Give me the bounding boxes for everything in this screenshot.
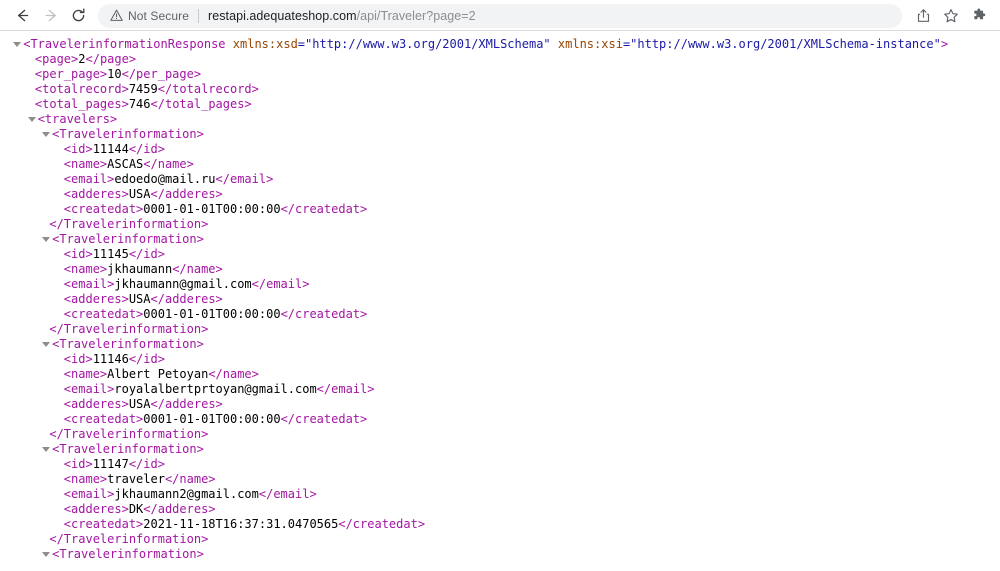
xml-field-name: <name>ASCAS</name> <box>63 157 194 171</box>
xml-field-createdat: <createdat>0001-01-01T00:00:00</createda… <box>63 412 368 426</box>
xml-field-email: <email>jkhaumann@gmail.com</email> <box>63 277 310 291</box>
disclosure-triangle-icon[interactable] <box>42 552 51 557</box>
url-host: restapi.adequateshop.com <box>208 8 357 23</box>
disclosure-triangle-icon[interactable] <box>42 132 51 137</box>
xml-viewer-pane[interactable]: <TravelerinformationResponse xmlns:xsd="… <box>0 31 1000 571</box>
share-icon <box>917 9 929 22</box>
reload-button[interactable] <box>64 2 92 30</box>
disclosure-triangle-icon[interactable] <box>42 447 51 452</box>
address-bar[interactable]: Not Secure restapi.adequateshop.com/api/… <box>98 3 902 28</box>
omnibox-separator <box>198 8 200 23</box>
xml-field-adderes: <adderes>USA</adderes> <box>63 397 223 411</box>
xml-field-createdat: <createdat>0001-01-01T00:00:00</createda… <box>63 202 368 216</box>
xml-field-email: <email>edoedo@mail.ru</email> <box>63 172 274 186</box>
disclosure-triangle-icon[interactable] <box>13 42 22 47</box>
xml-field-id: <id>11147</id> <box>63 457 165 471</box>
xml-field-id: <id>11145</id> <box>63 247 165 261</box>
xml-traveler-close: </Travelerinformation> <box>49 532 209 546</box>
disclosure-triangle-icon[interactable] <box>27 117 36 122</box>
xml-field-createdat: <createdat>2021-11-18T16:37:31.0470565</… <box>63 517 426 531</box>
xml-traveler-open: <Travelerinformation> <box>6 127 1000 142</box>
xml-line-totalrecord: <totalrecord>7459</totalrecord> <box>34 82 259 96</box>
xml-traveler-open: <Travelerinformation> <box>6 337 1000 352</box>
bookmark-star-icon <box>944 8 958 22</box>
xml-line-travelers-open: <travelers> <box>6 112 1000 127</box>
xml-document: <TravelerinformationResponse xmlns:xsd="… <box>0 37 1000 562</box>
disclosure-triangle-icon[interactable] <box>42 237 51 242</box>
extensions-button[interactable] <box>966 3 992 29</box>
xml-line-total-pages: <total_pages>746</total_pages> <box>34 97 252 111</box>
arrow-left-icon <box>17 9 28 22</box>
xml-traveler-close: </Travelerinformation> <box>49 322 209 336</box>
url-path: /api/Traveler?page=2 <box>356 8 476 23</box>
xml-traveler-open: <Travelerinformation> <box>6 442 1000 457</box>
not-secure-warning-icon[interactable] <box>110 9 123 22</box>
xml-field-adderes: <adderes>USA</adderes> <box>63 292 223 306</box>
xml-field-adderes: <adderes>DK</adderes> <box>63 502 216 516</box>
url-text: restapi.adequateshop.com/api/Traveler?pa… <box>208 9 476 23</box>
toolbar-actions <box>908 3 992 29</box>
xml-line-page: <page>2</page> <box>34 52 137 66</box>
xml-field-email: <email>jkhaumann2@gmail.com</email> <box>63 487 317 501</box>
xml-root-element: <TravelerinformationResponse xmlns:xsd="… <box>6 37 1000 52</box>
disclosure-triangle-icon[interactable] <box>42 342 51 347</box>
back-button[interactable] <box>8 2 36 30</box>
xml-traveler-close: </Travelerinformation> <box>49 217 209 231</box>
xml-field-name: <name>jkhaumann</name> <box>63 262 223 276</box>
xml-traveler-open: <Travelerinformation> <box>6 547 1000 562</box>
xml-field-email: <email>royalalbertprtoyan@gmail.com</ema… <box>63 382 375 396</box>
xml-field-name: <name>traveler</name> <box>63 472 216 486</box>
share-button[interactable] <box>910 3 936 29</box>
extensions-puzzle-icon <box>974 7 986 19</box>
xml-field-createdat: <createdat>0001-01-01T00:00:00</createda… <box>63 307 368 321</box>
xml-traveler-open: <Travelerinformation> <box>6 232 1000 247</box>
xml-traveler-close: </Travelerinformation> <box>49 427 209 441</box>
xml-field-id: <id>11144</id> <box>63 142 165 156</box>
forward-button[interactable] <box>36 2 64 30</box>
browser-toolbar: Not Secure restapi.adequateshop.com/api/… <box>0 0 1000 31</box>
security-status-label: Not Secure <box>128 8 190 23</box>
bookmark-button[interactable] <box>938 3 964 29</box>
arrow-right-icon <box>45 9 56 22</box>
xml-field-name: <name>Albert Petoyan</name> <box>63 367 259 381</box>
xml-line-per-page: <per_page>10</per_page> <box>34 67 202 81</box>
xml-field-id: <id>11146</id> <box>63 352 165 366</box>
reload-icon <box>72 8 84 22</box>
xml-field-adderes: <adderes>USA</adderes> <box>63 187 223 201</box>
